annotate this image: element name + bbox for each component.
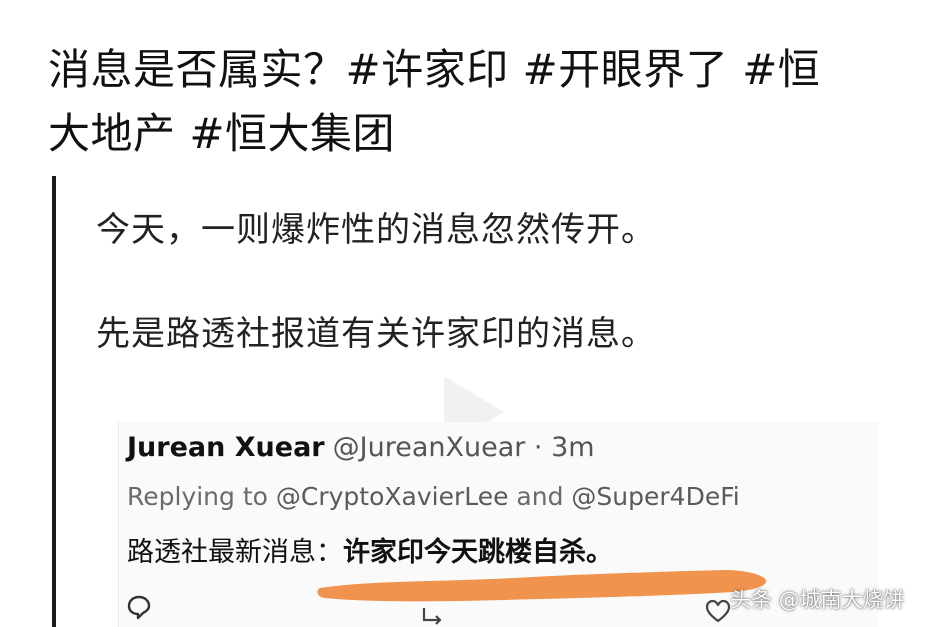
source-watermark: 头条 @城南大烧饼 xyxy=(730,588,905,612)
quote-left-bar xyxy=(52,176,56,627)
tweet-author-name[interactable]: Jurean Xuear xyxy=(127,432,325,463)
post-title: 消息是否属实？#许家印 #开眼界了 #恒 大地产 #恒大集团 xyxy=(48,38,908,166)
reply-bubble-icon[interactable] xyxy=(126,594,152,620)
post-screenshot: 消息是否属实？#许家印 #开眼界了 #恒 大地产 #恒大集团 今天，一则爆炸性的… xyxy=(0,0,952,627)
quoted-content-card: 今天，一则爆炸性的消息忽然传开。 先是路透社报道有关许家印的消息。 Jurean… xyxy=(52,176,912,627)
tweet-author-handle[interactable]: @JureanXuear · 3m xyxy=(333,432,595,463)
reply-mention-1[interactable]: @CryptoXavierLee xyxy=(276,482,509,511)
reply-mention-2[interactable]: @Super4DeFi xyxy=(571,482,739,511)
scribble-mark xyxy=(317,570,767,602)
retweet-icon[interactable] xyxy=(420,604,448,626)
reply-prefix: Replying to xyxy=(127,482,276,511)
tweet-body: 路透社最新消息：许家印今天跳楼自杀。 xyxy=(127,530,613,569)
post-title-line-2: 大地产 #恒大集团 xyxy=(48,109,396,158)
tweet-body-emphasis: 许家印今天跳楼自杀。 xyxy=(343,537,613,568)
quote-line-2: 先是路透社报道有关许家印的消息。 xyxy=(96,314,656,354)
tweet-header: Jurean Xuear @JureanXuear · 3m xyxy=(127,432,595,463)
reply-and: and xyxy=(508,482,572,511)
quote-line-1: 今天，一则爆炸性的消息忽然传开。 xyxy=(96,210,656,250)
heart-icon[interactable] xyxy=(704,598,732,624)
post-title-line-1: 消息是否属实？#许家印 #开眼界了 #恒 xyxy=(48,45,821,94)
tweet-body-prefix: 路透社最新消息： xyxy=(127,537,343,568)
tweet-reply-context: Replying to @CryptoXavierLee and @Super4… xyxy=(127,482,740,511)
